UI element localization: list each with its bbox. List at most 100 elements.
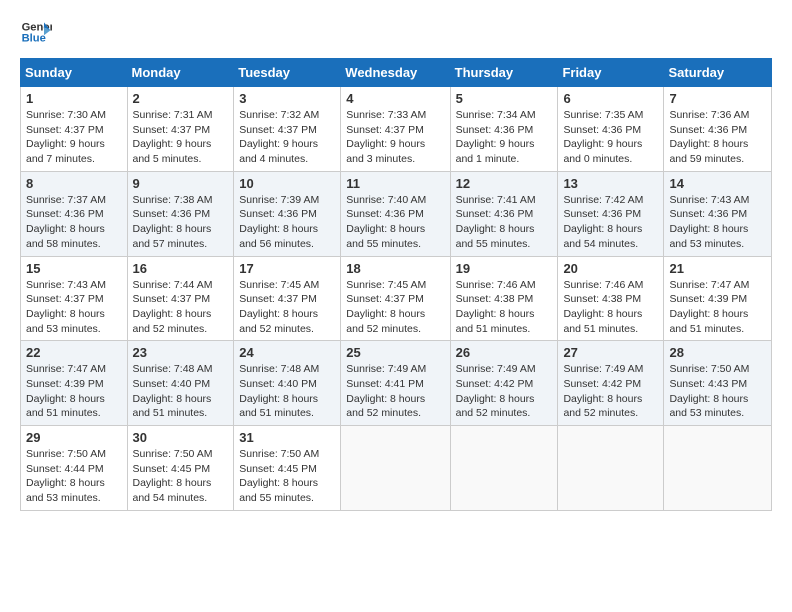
day-number: 3 [239,91,335,106]
calendar-cell: 23 Sunrise: 7:48 AMSunset: 4:40 PMDaylig… [127,341,234,426]
day-number: 10 [239,176,335,191]
day-info: Sunrise: 7:48 AMSunset: 4:40 PMDaylight:… [133,362,229,421]
day-info: Sunrise: 7:45 AMSunset: 4:37 PMDaylight:… [346,278,444,337]
calendar-cell: 2 Sunrise: 7:31 AMSunset: 4:37 PMDayligh… [127,87,234,172]
day-info: Sunrise: 7:44 AMSunset: 4:37 PMDaylight:… [133,278,229,337]
calendar-cell [558,426,664,511]
day-number: 19 [456,261,553,276]
calendar-table: SundayMondayTuesdayWednesdayThursdayFrid… [20,58,772,511]
day-number: 28 [669,345,766,360]
day-number: 30 [133,430,229,445]
day-info: Sunrise: 7:31 AMSunset: 4:37 PMDaylight:… [133,108,229,167]
day-number: 25 [346,345,444,360]
day-number: 22 [26,345,122,360]
calendar-cell: 29 Sunrise: 7:50 AMSunset: 4:44 PMDaylig… [21,426,128,511]
day-info: Sunrise: 7:47 AMSunset: 4:39 PMDaylight:… [669,278,766,337]
day-info: Sunrise: 7:50 AMSunset: 4:45 PMDaylight:… [133,447,229,506]
day-number: 11 [346,176,444,191]
week-row-4: 22 Sunrise: 7:47 AMSunset: 4:39 PMDaylig… [21,341,772,426]
weekday-header-wednesday: Wednesday [341,59,450,87]
calendar-cell: 6 Sunrise: 7:35 AMSunset: 4:36 PMDayligh… [558,87,664,172]
calendar-cell: 15 Sunrise: 7:43 AMSunset: 4:37 PMDaylig… [21,256,128,341]
day-number: 29 [26,430,122,445]
day-number: 1 [26,91,122,106]
calendar-cell: 12 Sunrise: 7:41 AMSunset: 4:36 PMDaylig… [450,171,558,256]
day-info: Sunrise: 7:40 AMSunset: 4:36 PMDaylight:… [346,193,444,252]
day-info: Sunrise: 7:35 AMSunset: 4:36 PMDaylight:… [563,108,658,167]
day-number: 18 [346,261,444,276]
calendar-cell: 26 Sunrise: 7:49 AMSunset: 4:42 PMDaylig… [450,341,558,426]
day-info: Sunrise: 7:34 AMSunset: 4:36 PMDaylight:… [456,108,553,167]
calendar-cell: 9 Sunrise: 7:38 AMSunset: 4:36 PMDayligh… [127,171,234,256]
day-info: Sunrise: 7:45 AMSunset: 4:37 PMDaylight:… [239,278,335,337]
weekday-header-monday: Monday [127,59,234,87]
day-info: Sunrise: 7:50 AMSunset: 4:43 PMDaylight:… [669,362,766,421]
calendar-cell: 5 Sunrise: 7:34 AMSunset: 4:36 PMDayligh… [450,87,558,172]
day-number: 15 [26,261,122,276]
day-info: Sunrise: 7:42 AMSunset: 4:36 PMDaylight:… [563,193,658,252]
day-info: Sunrise: 7:49 AMSunset: 4:41 PMDaylight:… [346,362,444,421]
calendar-cell: 4 Sunrise: 7:33 AMSunset: 4:37 PMDayligh… [341,87,450,172]
weekday-header-saturday: Saturday [664,59,772,87]
logo: General Blue [20,16,52,48]
calendar-cell: 13 Sunrise: 7:42 AMSunset: 4:36 PMDaylig… [558,171,664,256]
day-number: 4 [346,91,444,106]
calendar-cell: 17 Sunrise: 7:45 AMSunset: 4:37 PMDaylig… [234,256,341,341]
calendar-cell: 19 Sunrise: 7:46 AMSunset: 4:38 PMDaylig… [450,256,558,341]
calendar-body: 1 Sunrise: 7:30 AMSunset: 4:37 PMDayligh… [21,87,772,511]
day-number: 6 [563,91,658,106]
weekday-header-sunday: Sunday [21,59,128,87]
calendar-cell: 22 Sunrise: 7:47 AMSunset: 4:39 PMDaylig… [21,341,128,426]
logo-icon: General Blue [20,16,52,48]
calendar-cell: 3 Sunrise: 7:32 AMSunset: 4:37 PMDayligh… [234,87,341,172]
day-number: 26 [456,345,553,360]
day-info: Sunrise: 7:30 AMSunset: 4:37 PMDaylight:… [26,108,122,167]
calendar-cell: 18 Sunrise: 7:45 AMSunset: 4:37 PMDaylig… [341,256,450,341]
calendar-cell: 10 Sunrise: 7:39 AMSunset: 4:36 PMDaylig… [234,171,341,256]
day-number: 13 [563,176,658,191]
calendar-cell: 25 Sunrise: 7:49 AMSunset: 4:41 PMDaylig… [341,341,450,426]
calendar-cell [341,426,450,511]
day-info: Sunrise: 7:50 AMSunset: 4:45 PMDaylight:… [239,447,335,506]
day-number: 2 [133,91,229,106]
day-info: Sunrise: 7:37 AMSunset: 4:36 PMDaylight:… [26,193,122,252]
calendar-cell [664,426,772,511]
day-info: Sunrise: 7:49 AMSunset: 4:42 PMDaylight:… [563,362,658,421]
day-number: 5 [456,91,553,106]
day-info: Sunrise: 7:38 AMSunset: 4:36 PMDaylight:… [133,193,229,252]
page-header: General Blue [20,16,772,48]
day-info: Sunrise: 7:33 AMSunset: 4:37 PMDaylight:… [346,108,444,167]
day-number: 14 [669,176,766,191]
weekday-header-friday: Friday [558,59,664,87]
day-number: 12 [456,176,553,191]
calendar-cell: 24 Sunrise: 7:48 AMSunset: 4:40 PMDaylig… [234,341,341,426]
day-number: 17 [239,261,335,276]
calendar-cell: 31 Sunrise: 7:50 AMSunset: 4:45 PMDaylig… [234,426,341,511]
day-number: 21 [669,261,766,276]
day-info: Sunrise: 7:39 AMSunset: 4:36 PMDaylight:… [239,193,335,252]
day-number: 16 [133,261,229,276]
day-info: Sunrise: 7:32 AMSunset: 4:37 PMDaylight:… [239,108,335,167]
svg-text:Blue: Blue [22,33,46,45]
calendar-cell: 8 Sunrise: 7:37 AMSunset: 4:36 PMDayligh… [21,171,128,256]
week-row-5: 29 Sunrise: 7:50 AMSunset: 4:44 PMDaylig… [21,426,772,511]
day-info: Sunrise: 7:43 AMSunset: 4:36 PMDaylight:… [669,193,766,252]
day-info: Sunrise: 7:46 AMSunset: 4:38 PMDaylight:… [563,278,658,337]
calendar-cell: 7 Sunrise: 7:36 AMSunset: 4:36 PMDayligh… [664,87,772,172]
calendar-cell [450,426,558,511]
day-number: 24 [239,345,335,360]
day-number: 23 [133,345,229,360]
calendar-cell: 11 Sunrise: 7:40 AMSunset: 4:36 PMDaylig… [341,171,450,256]
day-info: Sunrise: 7:41 AMSunset: 4:36 PMDaylight:… [456,193,553,252]
calendar-cell: 20 Sunrise: 7:46 AMSunset: 4:38 PMDaylig… [558,256,664,341]
day-info: Sunrise: 7:46 AMSunset: 4:38 PMDaylight:… [456,278,553,337]
calendar-cell: 1 Sunrise: 7:30 AMSunset: 4:37 PMDayligh… [21,87,128,172]
day-number: 20 [563,261,658,276]
day-info: Sunrise: 7:50 AMSunset: 4:44 PMDaylight:… [26,447,122,506]
day-info: Sunrise: 7:49 AMSunset: 4:42 PMDaylight:… [456,362,553,421]
day-info: Sunrise: 7:36 AMSunset: 4:36 PMDaylight:… [669,108,766,167]
day-number: 9 [133,176,229,191]
calendar-cell: 14 Sunrise: 7:43 AMSunset: 4:36 PMDaylig… [664,171,772,256]
weekday-header-thursday: Thursday [450,59,558,87]
calendar-cell: 27 Sunrise: 7:49 AMSunset: 4:42 PMDaylig… [558,341,664,426]
